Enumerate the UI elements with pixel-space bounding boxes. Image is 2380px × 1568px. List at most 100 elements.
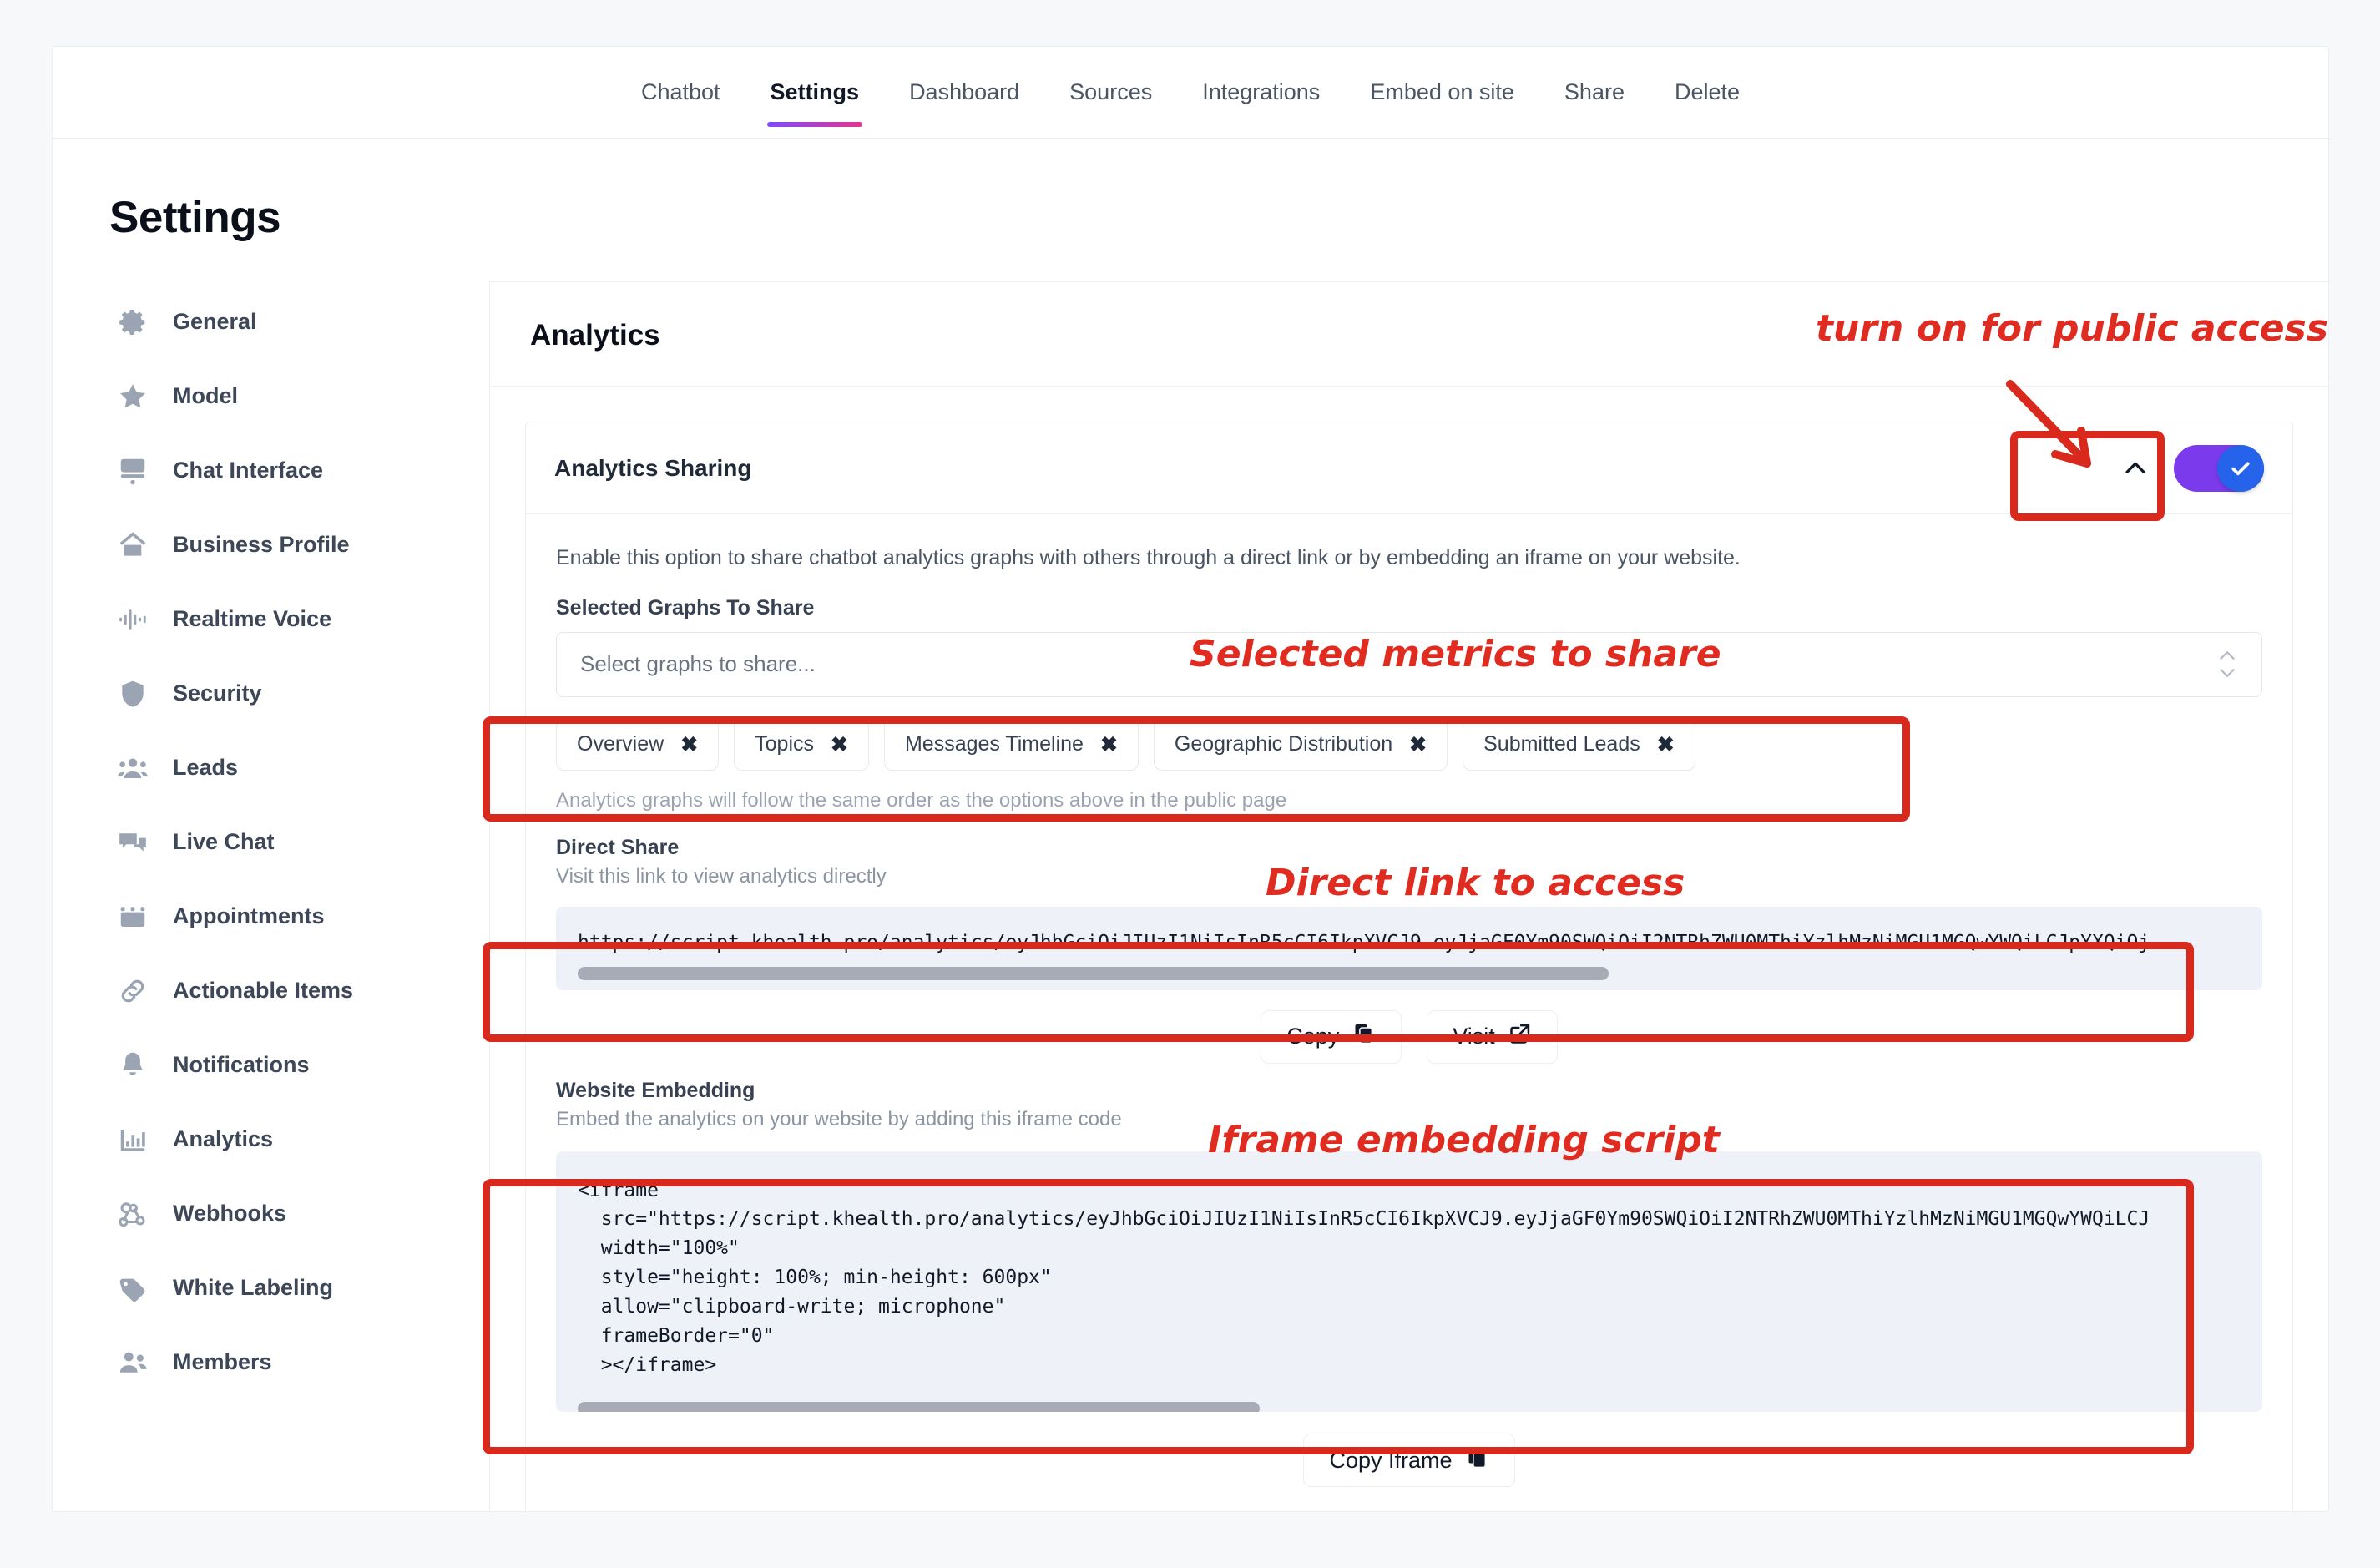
copy-icon [1466, 1446, 1489, 1475]
star-icon [109, 381, 156, 412]
tag-messages-timeline[interactable]: Messages Timeline ✖ [883, 718, 1139, 771]
copy-icon [1352, 1022, 1376, 1051]
external-link-icon [1508, 1022, 1532, 1051]
sidebar-item-label: Members [173, 1349, 272, 1374]
users-group-icon [109, 752, 156, 784]
direct-share-label: Direct Share [556, 835, 680, 859]
sidebar-item-notifications[interactable]: Notifications [109, 1028, 489, 1102]
analytics-sharing-title: Analytics Sharing [554, 454, 752, 481]
gear-icon [109, 306, 156, 338]
waveform-icon [109, 604, 156, 635]
sidebar-item-actionable-items[interactable]: Actionable Items [109, 953, 489, 1028]
sidebar-item-label: White Labeling [173, 1275, 333, 1300]
direct-share-hint: Visit this link to view analytics direct… [556, 864, 887, 888]
analytics-panel-body: Analytics Sharing Enable this option to … [490, 387, 2328, 1511]
graphs-select-placeholder: Select graphs to share... [580, 651, 816, 676]
sidebar-item-label: Chat Interface [173, 458, 324, 483]
copy-button[interactable]: Copy [1261, 1009, 1402, 1064]
sidebar-item-realtime-voice[interactable]: Realtime Voice [109, 582, 489, 656]
sidebar-item-business-profile[interactable]: Business Profile [109, 508, 489, 582]
tag-submitted-leads[interactable]: Submitted Leads ✖ [1463, 718, 1695, 771]
tag-label: Topics [755, 732, 815, 756]
sidebar-item-model[interactable]: Model [109, 359, 489, 433]
analytics-sharing-toggle[interactable] [2174, 444, 2264, 492]
tab-chatbot[interactable]: Chatbot [616, 47, 745, 139]
sidebar-item-label: Actionable Items [173, 978, 354, 1003]
copy-button-label: Copy [1286, 1024, 1340, 1049]
analytics-sharing-accordion: Analytics Sharing Enable this option to … [525, 422, 2293, 1511]
tag-icon [109, 1272, 156, 1304]
bell-icon [109, 1050, 156, 1081]
sidebar-item-label: Leads [173, 755, 239, 780]
tag-remove-icon[interactable]: ✖ [1100, 732, 1118, 757]
tag-overview[interactable]: Overview ✖ [556, 718, 720, 771]
toggle-knob [2217, 444, 2264, 492]
copy-iframe-button[interactable]: Copy Iframe [1303, 1434, 1515, 1488]
analytics-sharing-description: Enable this option to share chatbot anal… [556, 546, 1741, 569]
sidebar-item-label: Model [173, 383, 238, 408]
tag-remove-icon[interactable]: ✖ [1409, 732, 1427, 757]
direct-share-scrollbar[interactable] [578, 957, 2241, 985]
sidebar-item-webhooks[interactable]: Webhooks [109, 1176, 489, 1251]
sidebar-item-label: Business Profile [173, 532, 350, 557]
tag-label: Overview [577, 732, 664, 756]
sidebar-item-general[interactable]: General [109, 285, 489, 359]
top-navigation: Chatbot Settings Dashboard Sources Integ… [53, 47, 2328, 139]
tab-sources[interactable]: Sources [1044, 47, 1177, 139]
people-icon [109, 1347, 156, 1378]
iframe-code-scrollbar[interactable] [578, 1380, 2241, 1413]
direct-share-url-box[interactable]: https://script.khealth.pro/analytics/eyJ… [556, 906, 2262, 990]
tab-dashboard[interactable]: Dashboard [884, 47, 1044, 139]
sidebar-item-leads[interactable]: Leads [109, 731, 489, 805]
settings-sidebar: General Model Chat Interface Business Pr… [109, 281, 489, 1511]
iframe-buttons: Copy Iframe [556, 1434, 2262, 1488]
visit-button[interactable]: Visit [1427, 1009, 1558, 1064]
iframe-code: <iframe src="https://script.khealth.pro/… [578, 1179, 2150, 1377]
chat-window-icon [109, 455, 156, 487]
sidebar-item-label: General [173, 309, 257, 334]
analytics-sharing-body: Enable this option to share chatbot anal… [526, 514, 2292, 1511]
page-card: Chatbot Settings Dashboard Sources Integ… [52, 46, 2329, 1512]
tag-remove-icon[interactable]: ✖ [831, 732, 848, 757]
tab-share[interactable]: Share [1539, 47, 1650, 139]
sidebar-item-appointments[interactable]: Appointments [109, 879, 489, 953]
analytics-panel: Analytics Analytics Sharing Enable this … [489, 281, 2328, 1511]
sidebar-item-members[interactable]: Members [109, 1325, 489, 1399]
sidebar-item-white-labeling[interactable]: White Labeling [109, 1251, 489, 1325]
home-icon [109, 529, 156, 561]
calendar-icon [109, 901, 156, 933]
tab-embed-on-site[interactable]: Embed on site [1345, 47, 1539, 139]
tag-remove-icon[interactable]: ✖ [680, 732, 698, 757]
selected-graphs-label: Selected Graphs To Share [556, 595, 815, 620]
sidebar-item-security[interactable]: Security [109, 656, 489, 731]
tag-label: Geographic Distribution [1174, 732, 1393, 756]
sidebar-item-chat-interface[interactable]: Chat Interface [109, 433, 489, 508]
tab-delete[interactable]: Delete [1650, 47, 1765, 139]
tag-label: Submitted Leads [1483, 732, 1640, 756]
graph-order-note: Analytics graphs will follow the same or… [556, 788, 1287, 812]
settings-main: Analytics Analytics Sharing Enable this … [489, 281, 2328, 1511]
copy-iframe-label: Copy Iframe [1329, 1447, 1453, 1473]
webhook-icon [109, 1198, 156, 1230]
chevron-up-icon[interactable] [2114, 447, 2157, 490]
chevron-up-down-icon [2216, 650, 2238, 679]
sidebar-item-label: Notifications [173, 1052, 310, 1077]
tag-topics[interactable]: Topics ✖ [734, 718, 869, 771]
website-embedding-hint: Embed the analytics on your website by a… [556, 1107, 1122, 1130]
tag-geographic-distribution[interactable]: Geographic Distribution ✖ [1153, 718, 1448, 771]
iframe-code-box[interactable]: <iframe src="https://script.khealth.pro/… [556, 1151, 2262, 1413]
sidebar-item-analytics[interactable]: Analytics [109, 1102, 489, 1176]
sidebar-item-label: Live Chat [173, 829, 275, 854]
graphs-select[interactable]: Select graphs to share... [556, 631, 2262, 697]
sidebar-item-live-chat[interactable]: Live Chat [109, 805, 489, 879]
sidebar-item-label: Appointments [173, 903, 325, 928]
analytics-sharing-header[interactable]: Analytics Sharing [526, 422, 2292, 514]
analytics-panel-header: Analytics [490, 282, 2328, 387]
sidebar-item-label: Realtime Voice [173, 606, 332, 631]
tab-settings[interactable]: Settings [745, 47, 885, 139]
bar-chart-icon [109, 1124, 156, 1156]
chat-bubbles-icon [109, 827, 156, 858]
tag-remove-icon[interactable]: ✖ [1657, 732, 1675, 757]
shield-icon [109, 678, 156, 710]
tab-integrations[interactable]: Integrations [1177, 47, 1345, 139]
